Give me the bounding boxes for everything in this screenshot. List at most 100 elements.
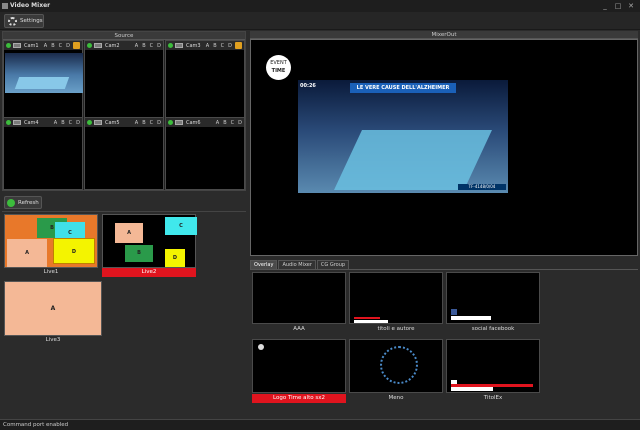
monitor-icon[interactable] [175,43,183,48]
camera-header: Cam4 A B C D [4,118,82,127]
close-button[interactable]: ✕ [626,2,636,10]
play-icon[interactable] [87,43,92,48]
camera-name: Cam1 [24,42,39,49]
scene-thumbnail[interactable]: A [4,281,102,336]
overlay-label: social facebook [471,326,515,332]
camera-tile[interactable]: Cam4 A B C D [3,117,83,190]
camera-tile[interactable]: Cam1 A B C D [3,40,83,122]
camera-input-b[interactable]: B [142,43,145,49]
camera-tile[interactable]: Cam3 A B C D [165,40,245,122]
camera-preview-image [5,53,83,93]
minimize-button[interactable]: _ [600,2,610,10]
camera-name: Cam2 [105,42,120,49]
play-icon[interactable] [168,120,173,125]
scene-label: Live1 [43,269,59,275]
camera-input-a[interactable]: A [206,43,209,49]
camera-header: Cam5 A B C D [85,118,163,127]
maximize-button[interactable]: □ [613,2,623,10]
camera-input-b[interactable]: B [51,43,54,49]
window-title: Video Mixer [10,2,51,9]
scene-thumbnail-active[interactable]: A B C D [102,214,197,268]
camera-name: Cam3 [186,42,201,49]
scene-box: D [53,238,95,264]
play-icon[interactable] [168,43,173,48]
overlay-thumbnail[interactable] [446,272,540,324]
camera-tile[interactable]: Cam2 A B C D [84,40,164,122]
camera-input-d[interactable]: D [66,43,70,49]
camera-header: Cam1 A B C D [4,41,82,50]
warning-icon[interactable] [73,42,80,49]
camera-name: Cam6 [186,119,201,126]
play-icon[interactable] [87,120,92,125]
overlay-label: TitolEx [483,395,503,401]
scene-box: D [165,249,185,267]
monitor-icon[interactable] [13,120,21,125]
camera-input-a[interactable]: A [135,43,138,49]
monitor-icon[interactable] [13,43,21,48]
source-header: Source [3,32,245,40]
gear-icon [8,17,17,26]
monitor-icon[interactable] [175,120,183,125]
scene-box: B [125,245,153,262]
overlay-label-active: Logo Time alto sx2 [252,394,346,403]
mixer-header: MixerOut [250,31,638,39]
camera-input-d[interactable]: D [238,120,242,126]
mixer-output-preview: EVENT TIME 00:26 LE VERE CAUSE DELL'ALZH… [250,39,638,256]
overlay-tabs: Overlay Audio Mixer CG Group [250,260,350,269]
ticker-text: TF-4148/0/04 [458,184,506,190]
scene-label: Live3 [45,337,61,343]
camera-input-b[interactable]: B [213,43,216,49]
overlay-label: AAA [293,326,305,332]
tab-overlay[interactable]: Overlay [250,260,278,269]
scene-thumbnail[interactable]: A B C D [4,214,98,268]
camera-input-c[interactable]: C [150,120,154,126]
overlay-thumbnail[interactable] [349,272,443,324]
camera-input-a[interactable]: A [135,120,138,126]
play-icon[interactable] [6,43,11,48]
settings-button[interactable]: Settings [4,14,44,28]
play-icon[interactable] [6,120,11,125]
camera-tile[interactable]: Cam6 A B C D [165,117,245,190]
overlay-thumbnail[interactable] [349,339,443,393]
camera-input-d[interactable]: D [157,120,161,126]
camera-input-b[interactable]: B [61,120,64,126]
camera-header: Cam6 A B C D [166,118,244,127]
camera-input-d[interactable]: D [157,43,161,49]
camera-header: Cam2 A B C D [85,41,163,50]
camera-input-a[interactable]: A [44,43,47,49]
camera-input-b[interactable]: B [223,120,226,126]
monitor-icon[interactable] [94,43,102,48]
camera-input-c[interactable]: C [150,43,154,49]
camera-input-c[interactable]: C [59,43,63,49]
status-text: Command port enabled [3,422,69,428]
toolbar [0,12,640,30]
scene-label-active: Live2 [102,268,196,277]
scene-box: A [7,239,47,267]
scene-box: A [50,305,56,312]
refresh-icon [7,199,15,207]
overlay-thumbnail[interactable] [252,339,346,393]
camera-input-c[interactable]: C [221,43,225,49]
camera-input-d[interactable]: D [76,120,80,126]
camera-name: Cam4 [24,119,39,126]
scene-box: C [165,217,197,235]
monitor-icon[interactable] [94,120,102,125]
title-bar: Video Mixer _ □ ✕ [0,0,640,12]
overlay-label: titoli e autore [377,326,415,332]
tab-audio-mixer[interactable]: Audio Mixer [278,260,316,269]
overlay-thumbnail[interactable] [446,339,540,393]
tab-cg-group[interactable]: CG Group [316,260,350,269]
camera-input-c[interactable]: C [231,120,235,126]
camera-input-b[interactable]: B [142,120,145,126]
camera-input-d[interactable]: D [228,43,232,49]
camera-header: Cam3 A B C D [166,41,244,50]
camera-input-c[interactable]: C [69,120,73,126]
camera-input-a[interactable]: A [216,120,219,126]
warning-icon[interactable] [235,42,242,49]
overlay-thumbnail[interactable] [252,272,346,324]
refresh-label: Refresh [18,200,39,206]
refresh-button[interactable]: Refresh [4,196,42,209]
camera-tile[interactable]: Cam5 A B C D [84,117,164,190]
camera-input-a[interactable]: A [54,120,57,126]
channel-logo: EVENT TIME [266,55,291,80]
